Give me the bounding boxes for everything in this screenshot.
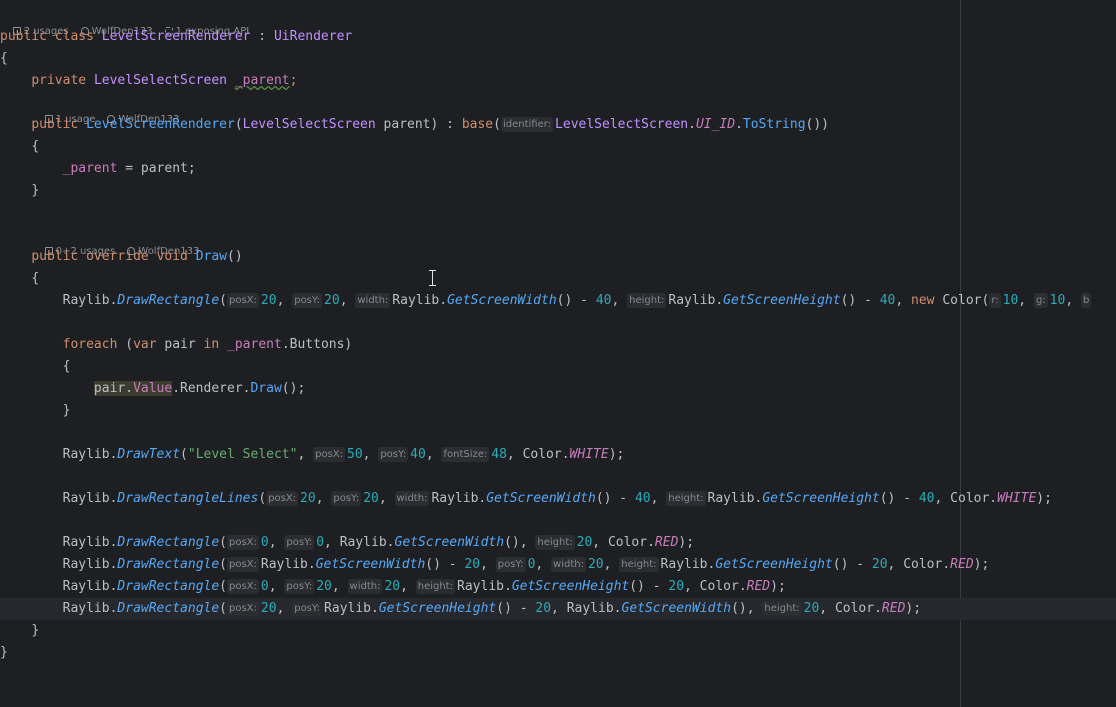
code-line-21[interactable]: } [0, 620, 1116, 642]
code-editor[interactable]: 2 usages WolfDen133 1 exposing API public … [0, 0, 1116, 707]
draw-code-vision[interactable]: 0+2 usages WolfDen133 [32, 228, 211, 257]
code-line-19[interactable]: Raylib.DrawRectangle(posX: 0, posY: 20, wi… [0, 576, 1116, 598]
class-code-vision[interactable]: 2 usages WolfDen133 1 exposing API [0, 8, 261, 37]
code-line-5[interactable]: { [0, 136, 1116, 158]
text-cursor-icon [428, 269, 437, 287]
code-line-17[interactable]: Raylib.DrawRectangle(posX: 0, posY: 0, Ray… [0, 532, 1116, 554]
code-line-9[interactable]: { [0, 268, 1116, 290]
code-line-12[interactable]: { [0, 356, 1116, 378]
code-line-14[interactable]: } [0, 400, 1116, 422]
code-line-2[interactable]: { [0, 48, 1116, 70]
code-line-18[interactable]: Raylib.DrawRectangle(posX: Raylib.GetScre… [0, 554, 1116, 576]
ctor-code-vision[interactable]: 1 usage WolfDen133 [32, 96, 191, 125]
code-line-7[interactable]: } [0, 180, 1116, 202]
code-line-16[interactable]: Raylib.DrawRectangleLines(posX: 20, posY:… [0, 488, 1116, 510]
code-line-4[interactable]: public LevelScreenRenderer(LevelSelectSc… [0, 114, 1116, 136]
code-line-8[interactable]: public override void Draw() [0, 246, 1116, 268]
code-line-6[interactable]: _parent = parent; [0, 158, 1116, 180]
code-line-13[interactable]: pair.Value.Renderer.Draw(); [0, 378, 1116, 400]
code-line-1[interactable]: public class LevelScreenRenderer : UiRen… [0, 26, 1116, 48]
code-line-22[interactable]: } [0, 642, 1116, 664]
code-line-3[interactable]: private LevelSelectScreen _parent; [0, 70, 1116, 92]
code-line-20[interactable]: Raylib.DrawRectangle(posX: 20, posY: Rayli… [0, 598, 1116, 620]
code-line-11[interactable]: foreach (var pair in _parent.Buttons) [0, 334, 1116, 356]
code-line-10[interactable]: Raylib.DrawRectangle(posX: 20, posY: 20, w… [0, 290, 1116, 312]
param-hint: identifier: [500, 117, 554, 132]
code-line-15[interactable]: Raylib.DrawText("Level Select", posX: 50,… [0, 444, 1116, 466]
